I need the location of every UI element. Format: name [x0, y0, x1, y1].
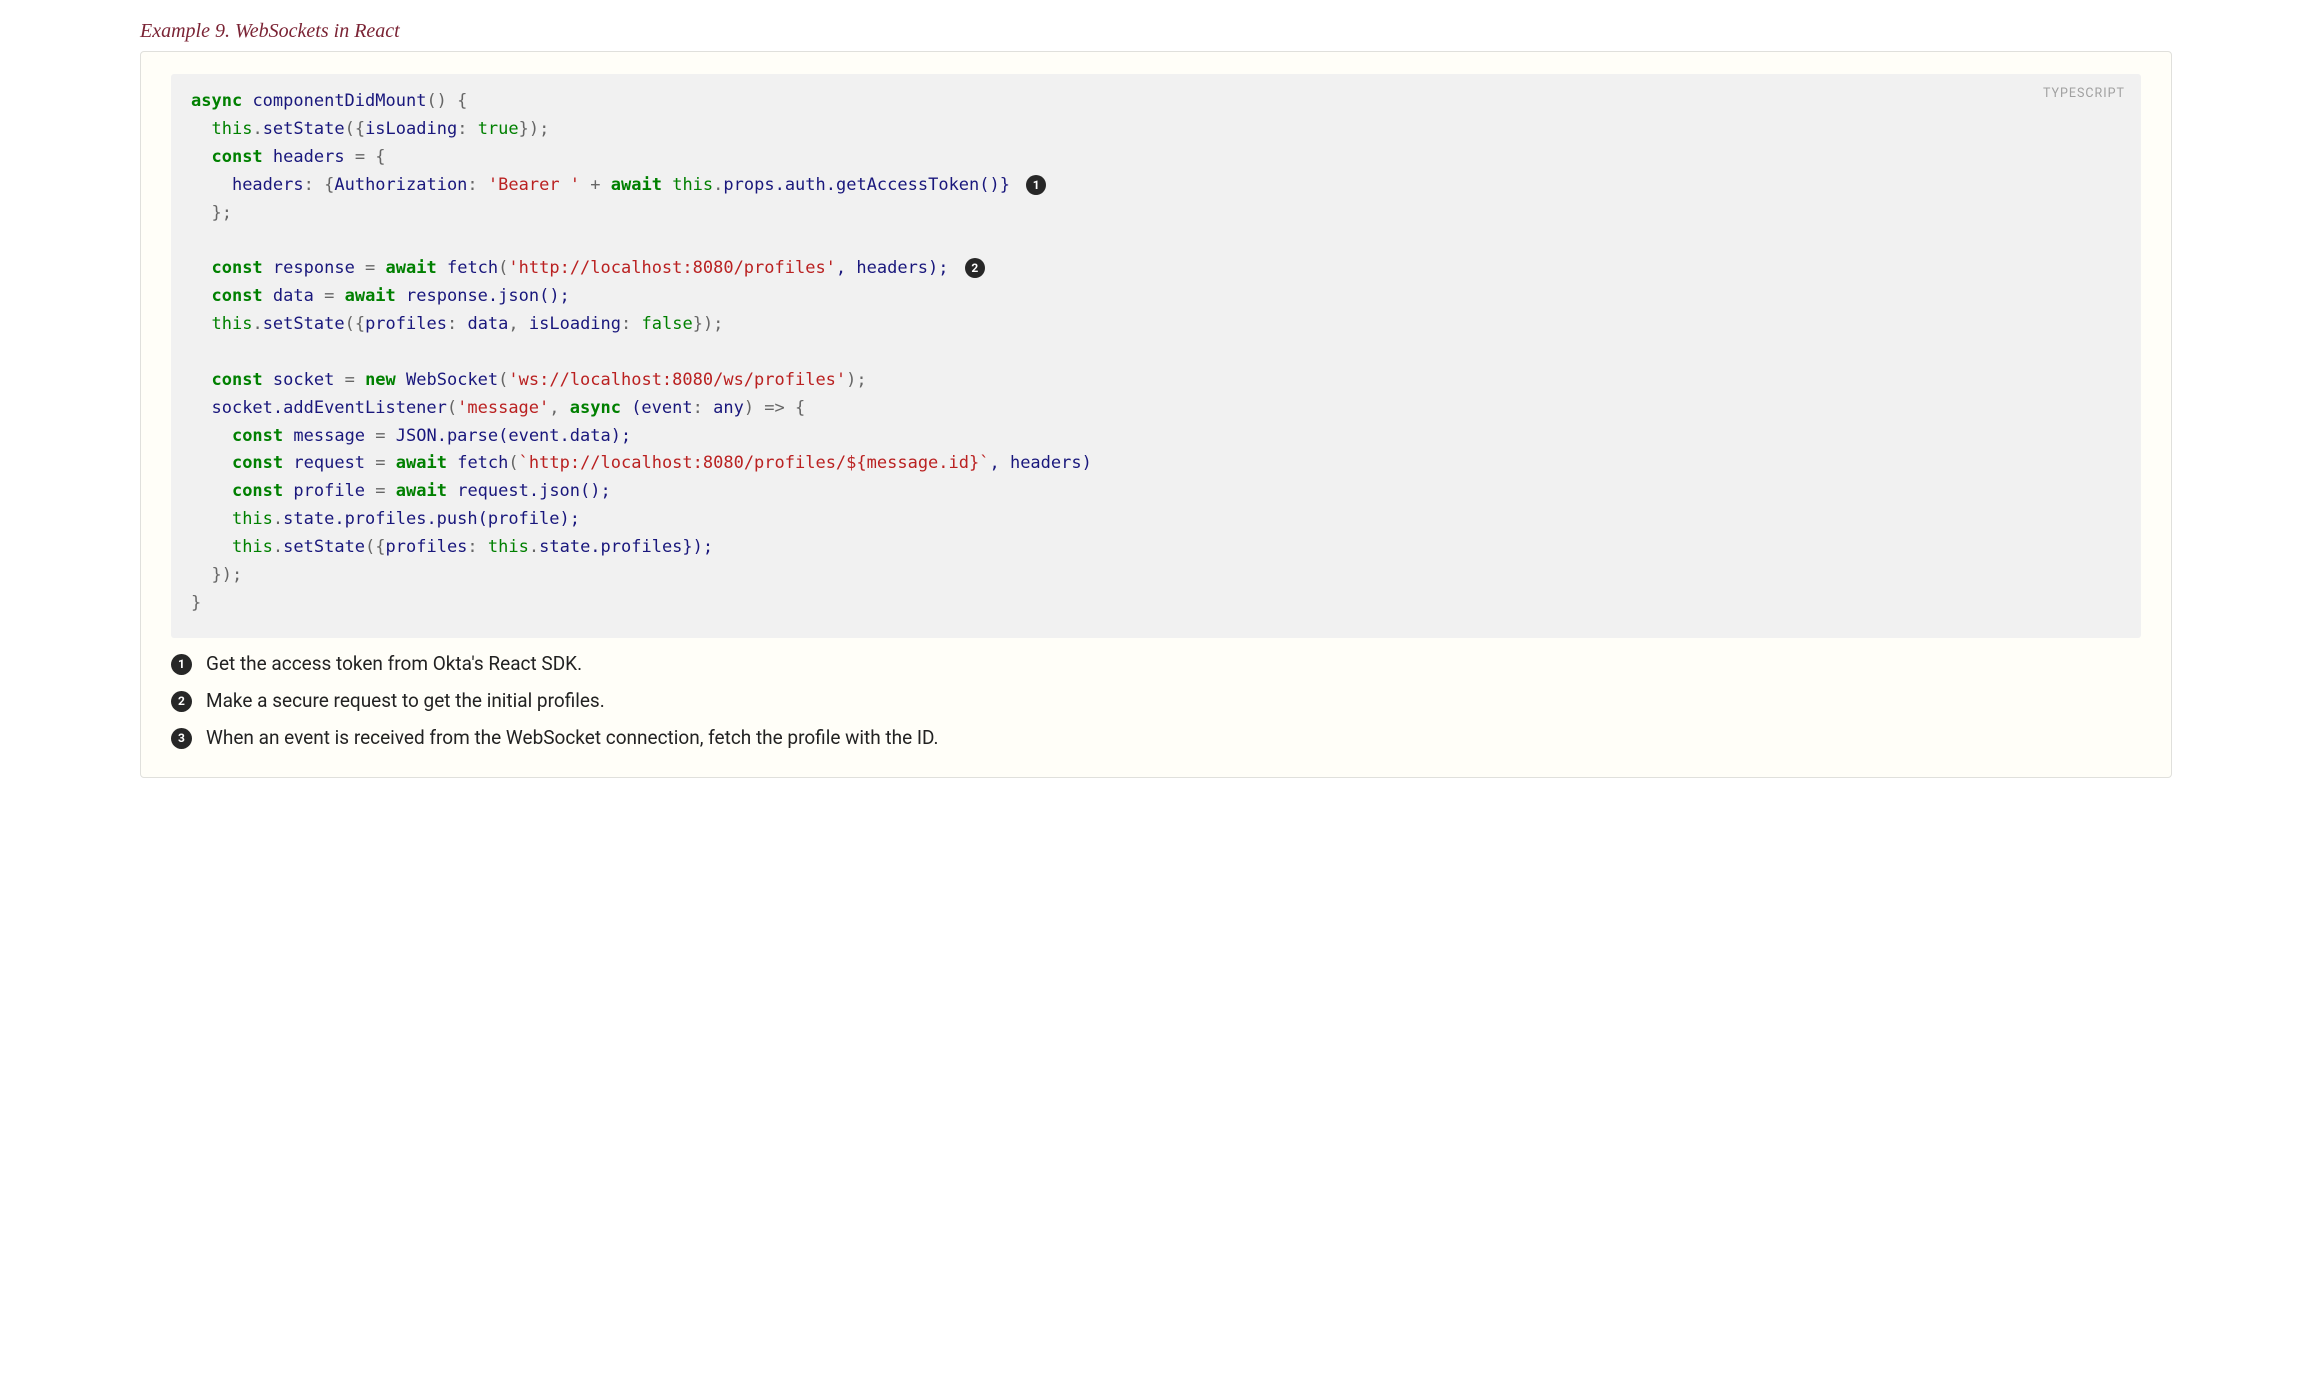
- example-title: Example 9. WebSockets in React: [140, 20, 2172, 43]
- callout-item-3: 3 When an event is received from the Web…: [171, 726, 2141, 749]
- language-label: TYPESCRIPT: [2043, 84, 2125, 105]
- callout-list: 1 Get the access token from Okta's React…: [171, 652, 2141, 749]
- callout-num-2-inline: 2: [965, 258, 985, 278]
- callout-item-1: 1 Get the access token from Okta's React…: [171, 652, 2141, 675]
- callout-item-2: 2 Make a secure request to get the initi…: [171, 689, 2141, 712]
- callout-text-1: Get the access token from Okta's React S…: [206, 652, 582, 675]
- callout-text-2: Make a secure request to get the initial…: [206, 689, 605, 712]
- callout-num-1-inline: 1: [1026, 175, 1046, 195]
- callout-num-3: 3: [171, 728, 192, 749]
- code-block: TYPESCRIPT async componentDidMount() { t…: [171, 74, 2141, 638]
- callout-text-3: When an event is received from the WebSo…: [206, 726, 939, 749]
- example-block: TYPESCRIPT async componentDidMount() { t…: [140, 51, 2172, 778]
- callout-num-1: 1: [171, 654, 192, 675]
- code-content: async componentDidMount() { this.setStat…: [191, 88, 2121, 618]
- callout-num-2: 2: [171, 691, 192, 712]
